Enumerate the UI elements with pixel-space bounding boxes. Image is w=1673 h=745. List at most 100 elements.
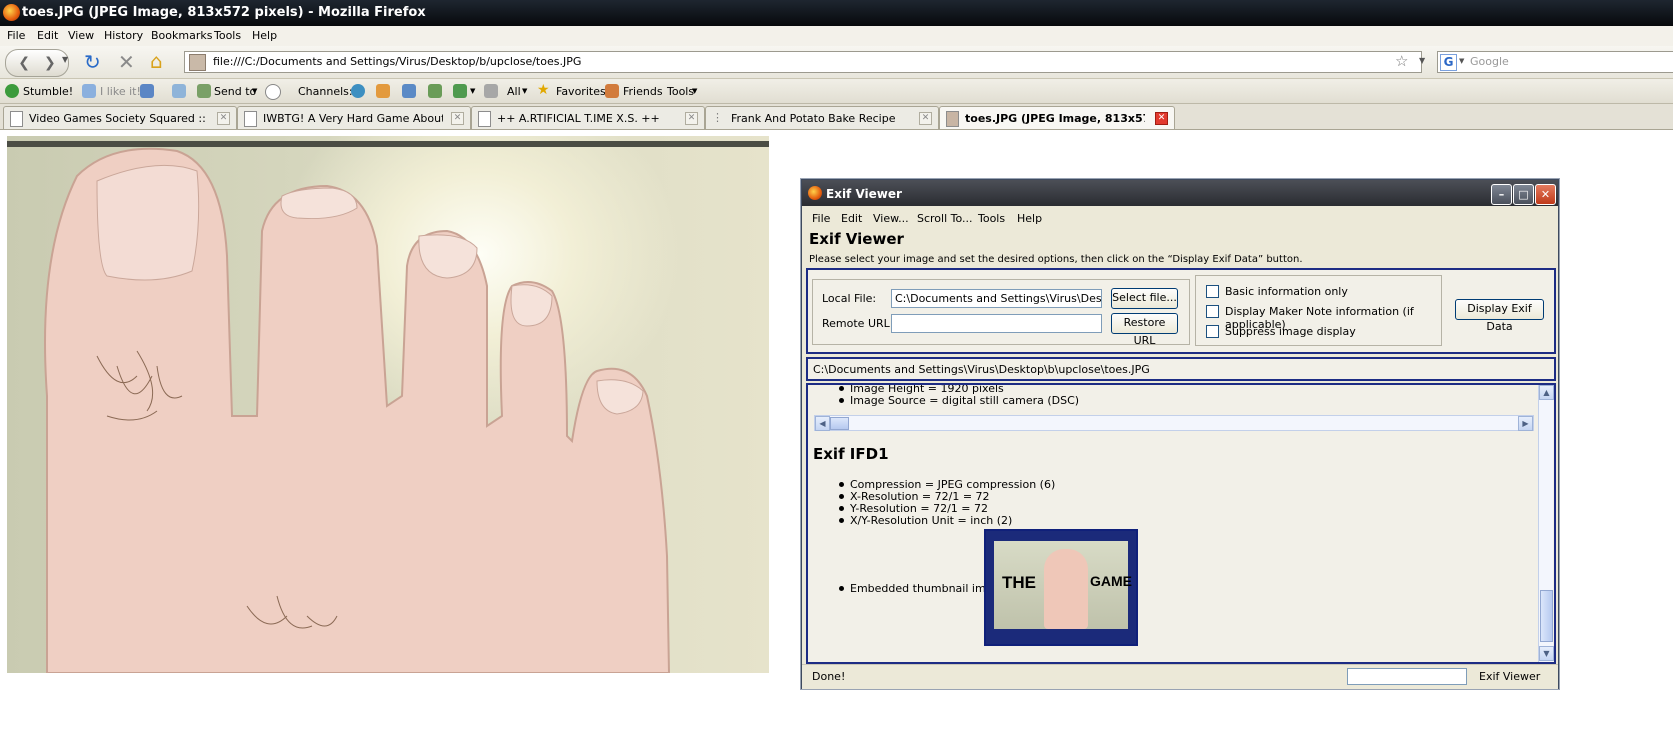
- remote-url-input[interactable]: [891, 314, 1102, 333]
- stop-icon[interactable]: ✕: [118, 50, 135, 74]
- close-tab-icon[interactable]: ✕: [217, 112, 230, 125]
- thumbs-up-icon[interactable]: [82, 84, 96, 98]
- channels-dropdown-icon[interactable]: ▼: [470, 87, 475, 95]
- back-icon[interactable]: ❮: [18, 55, 30, 71]
- exif-menu-scroll-to[interactable]: Scroll To...: [917, 212, 973, 225]
- comment-icon[interactable]: [265, 84, 281, 100]
- google-engine-icon[interactable]: G: [1440, 54, 1457, 71]
- menu-help[interactable]: Help: [252, 29, 277, 42]
- tools-button[interactable]: Tools: [667, 85, 694, 98]
- restore-url-button[interactable]: Restore URL: [1111, 313, 1178, 347]
- horizontal-scroll-thumb[interactable]: [830, 417, 849, 430]
- maker-note-checkbox[interactable]: [1206, 305, 1219, 318]
- maximize-icon[interactable]: □: [1513, 184, 1534, 205]
- close-tab-icon[interactable]: ✕: [685, 112, 698, 125]
- stumble-button[interactable]: Stumble!: [23, 85, 73, 98]
- close-window-icon[interactable]: ✕: [1535, 184, 1556, 205]
- exif-status-bar: Done! Exif Viewer: [802, 664, 1558, 689]
- close-tab-icon[interactable]: ✕: [451, 112, 464, 125]
- like-button[interactable]: I like it!: [100, 85, 141, 98]
- history-dropdown-icon[interactable]: ▼: [62, 55, 68, 64]
- menu-edit[interactable]: Edit: [37, 29, 58, 42]
- local-file-input[interactable]: C:\Documents and Settings\Virus\Desktop\…: [891, 289, 1102, 308]
- globe-channel-icon[interactable]: [351, 84, 365, 98]
- exif-menu-tools[interactable]: Tools: [978, 212, 1005, 225]
- menu-file[interactable]: File: [7, 29, 25, 42]
- tab-label: Video Games Society Squared :: Index: [29, 112, 209, 125]
- home-icon[interactable]: ⌂: [150, 49, 163, 73]
- tab-video-games-society[interactable]: Video Games Society Squared :: Index ✕: [3, 106, 237, 129]
- all-dropdown-icon[interactable]: ▼: [522, 87, 527, 95]
- toes-photo: [7, 136, 769, 673]
- exif-menu-file[interactable]: File: [812, 212, 830, 225]
- scroll-down-icon[interactable]: ▼: [1539, 646, 1554, 661]
- vertical-scroll-thumb[interactable]: [1540, 590, 1553, 642]
- favorites-button[interactable]: Favorites: [556, 85, 606, 98]
- url-dropdown-icon[interactable]: ▼: [1419, 56, 1425, 65]
- local-file-label: Local File:: [822, 292, 877, 305]
- url-text[interactable]: file:///C:/Documents and Settings/Virus/…: [213, 55, 581, 68]
- menu-bar: File Edit View History Bookmarks Tools H…: [0, 26, 1673, 47]
- second-toenail: [280, 187, 358, 219]
- search-box[interactable]: G ▼ Google: [1437, 51, 1673, 73]
- display-options-group: Basic information only Display Maker Not…: [1195, 275, 1442, 346]
- bookmark-star-icon[interactable]: ☆: [1395, 52, 1408, 70]
- page-icon: [10, 111, 23, 127]
- menu-bookmarks[interactable]: Bookmarks: [151, 29, 212, 42]
- video-channel-icon[interactable]: [428, 84, 442, 98]
- tab-iwbtg[interactable]: IWBTG! A Very Hard Game About a Bo... ✕: [237, 106, 471, 129]
- exif-results-panel: Image Height = 1920 pixels Image Source …: [806, 383, 1556, 664]
- people-channel-icon[interactable]: [376, 84, 390, 98]
- basic-info-label: Basic information only: [1225, 285, 1348, 298]
- basic-info-checkbox[interactable]: [1206, 285, 1219, 298]
- exif-menu-edit[interactable]: Edit: [841, 212, 862, 225]
- forward-icon[interactable]: ❯: [44, 55, 56, 71]
- photo-channel-icon[interactable]: [402, 84, 416, 98]
- url-bar[interactable]: file:///C:/Documents and Settings/Virus/…: [184, 51, 1425, 73]
- all-button[interactable]: All: [507, 85, 521, 98]
- display-exif-data-button[interactable]: Display Exif Data: [1455, 299, 1544, 333]
- engine-dropdown-icon[interactable]: ▼: [1459, 57, 1464, 65]
- stumbleupon-icon[interactable]: [5, 84, 19, 98]
- select-file-button[interactable]: Select file...: [1111, 288, 1178, 309]
- fork-icon: ⋮: [712, 111, 723, 124]
- tag-all-icon[interactable]: [484, 84, 498, 98]
- exif-menu-help[interactable]: Help: [1017, 212, 1042, 225]
- game-channel-icon[interactable]: [453, 84, 467, 98]
- tab-label: ++ A.RTIFICIAL T.IME X.S. ++: [497, 112, 660, 125]
- thumbs-down-icon[interactable]: [140, 84, 154, 98]
- tab-label: IWBTG! A Very Hard Game About a Bo...: [263, 112, 443, 125]
- exif-instructions: Please select your image and set the des…: [809, 254, 1303, 265]
- friends-button[interactable]: Friends: [623, 85, 663, 98]
- list-item: Image Source = digital still camera (DSC…: [838, 394, 1080, 407]
- menu-view[interactable]: View: [68, 29, 94, 42]
- tab-label: Frank And Potato Bake Recipe: [731, 112, 896, 125]
- scroll-up-icon[interactable]: ▲: [1539, 385, 1554, 400]
- send-to-icon[interactable]: [197, 84, 211, 98]
- tab-label: toes.JPG (JPEG Image, 813x572 ...: [965, 112, 1145, 125]
- minimize-icon[interactable]: –: [1491, 184, 1512, 205]
- tab-artificial-time[interactable]: ++ A.RTIFICIAL T.IME X.S. ++ ✕: [471, 106, 705, 129]
- tag-icon[interactable]: [172, 84, 186, 98]
- tools-dropdown-icon[interactable]: ▼: [692, 87, 697, 95]
- horizontal-scrollbar[interactable]: ◀ ▶: [814, 415, 1534, 431]
- exif-menu-view[interactable]: View...: [873, 212, 909, 225]
- tab-potato-bake-recipe[interactable]: ⋮ Frank And Potato Bake Recipe ✕: [705, 106, 939, 129]
- send-to-dropdown-icon[interactable]: ▼: [252, 87, 257, 95]
- send-to-button[interactable]: Send to: [214, 85, 256, 98]
- scroll-right-icon[interactable]: ▶: [1518, 416, 1533, 431]
- back-forward-group: ❮ ❯: [5, 49, 69, 77]
- suppress-image-checkbox[interactable]: [1206, 325, 1219, 338]
- menu-tools[interactable]: Tools: [214, 29, 241, 42]
- friends-icon[interactable]: [605, 84, 619, 98]
- close-tab-icon[interactable]: ✕: [1155, 112, 1168, 125]
- background-edge: [7, 141, 769, 147]
- menu-history[interactable]: History: [104, 29, 143, 42]
- vertical-scrollbar[interactable]: ▲ ▼: [1538, 385, 1554, 662]
- reload-icon[interactable]: ↻: [84, 50, 101, 74]
- scroll-left-icon[interactable]: ◀: [815, 416, 830, 431]
- tab-toes-jpg[interactable]: toes.JPG (JPEG Image, 813x572 ... ✕: [939, 106, 1175, 129]
- status-right-text: Exif Viewer: [1479, 670, 1541, 683]
- favorites-star-icon[interactable]: ★: [537, 82, 550, 98]
- close-tab-icon[interactable]: ✕: [919, 112, 932, 125]
